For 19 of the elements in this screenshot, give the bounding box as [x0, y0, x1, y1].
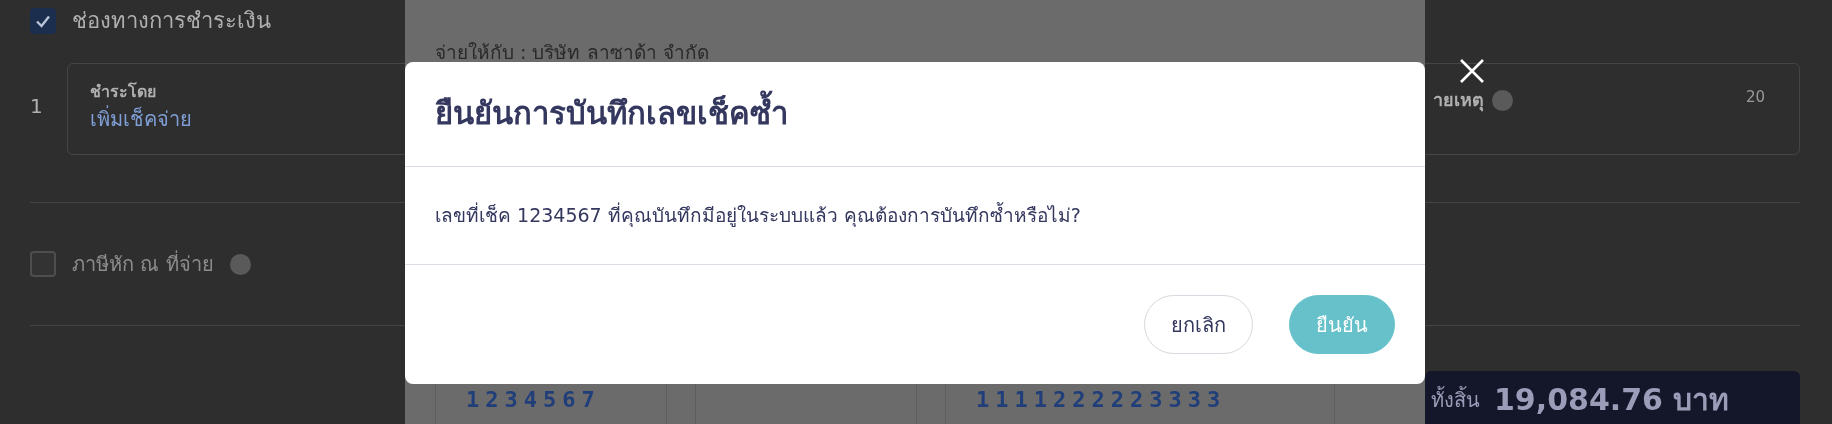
help-icon[interactable]	[1492, 90, 1513, 111]
total-label: ทั้งสิ้น	[1431, 385, 1480, 414]
help-icon[interactable]	[229, 253, 251, 275]
close-icon[interactable]	[1459, 58, 1485, 84]
dialog-title: ยืนยันการบันทึกเลขเช็คซ้ำ	[435, 89, 788, 139]
micr-number: 1111222223333	[976, 386, 1227, 414]
field-label: ชำระโดย	[90, 81, 157, 103]
character-count: 20	[1745, 87, 1765, 108]
field-label: ายเหตุ	[1433, 88, 1484, 113]
payee-text: จ่ายให้กับ : บริษัท ลาซาด้า จำกัด	[435, 40, 709, 65]
row-number: 1	[30, 93, 44, 120]
add-cheque-link[interactable]: เพิ่มเช็คจ่าย	[90, 104, 192, 134]
total-amount: 19,084.76 บาท	[1494, 381, 1730, 419]
checkbox[interactable]	[30, 7, 56, 34]
cancel-button[interactable]: ยกเลิก	[1144, 295, 1253, 354]
micr-number: 1234567	[466, 386, 601, 414]
section-label: ภาษีหัก ณ ที่จ่าย	[72, 249, 214, 278]
dialog-message: เลขที่เช็ค 1234567 ที่คุณบันทึกมีอยู่ในระบบแล้ว คุณต้องการบันทึกซ้ำหรือไม่?	[435, 201, 1081, 229]
section-label: ช่องทางการชำระเงิน	[72, 7, 271, 35]
